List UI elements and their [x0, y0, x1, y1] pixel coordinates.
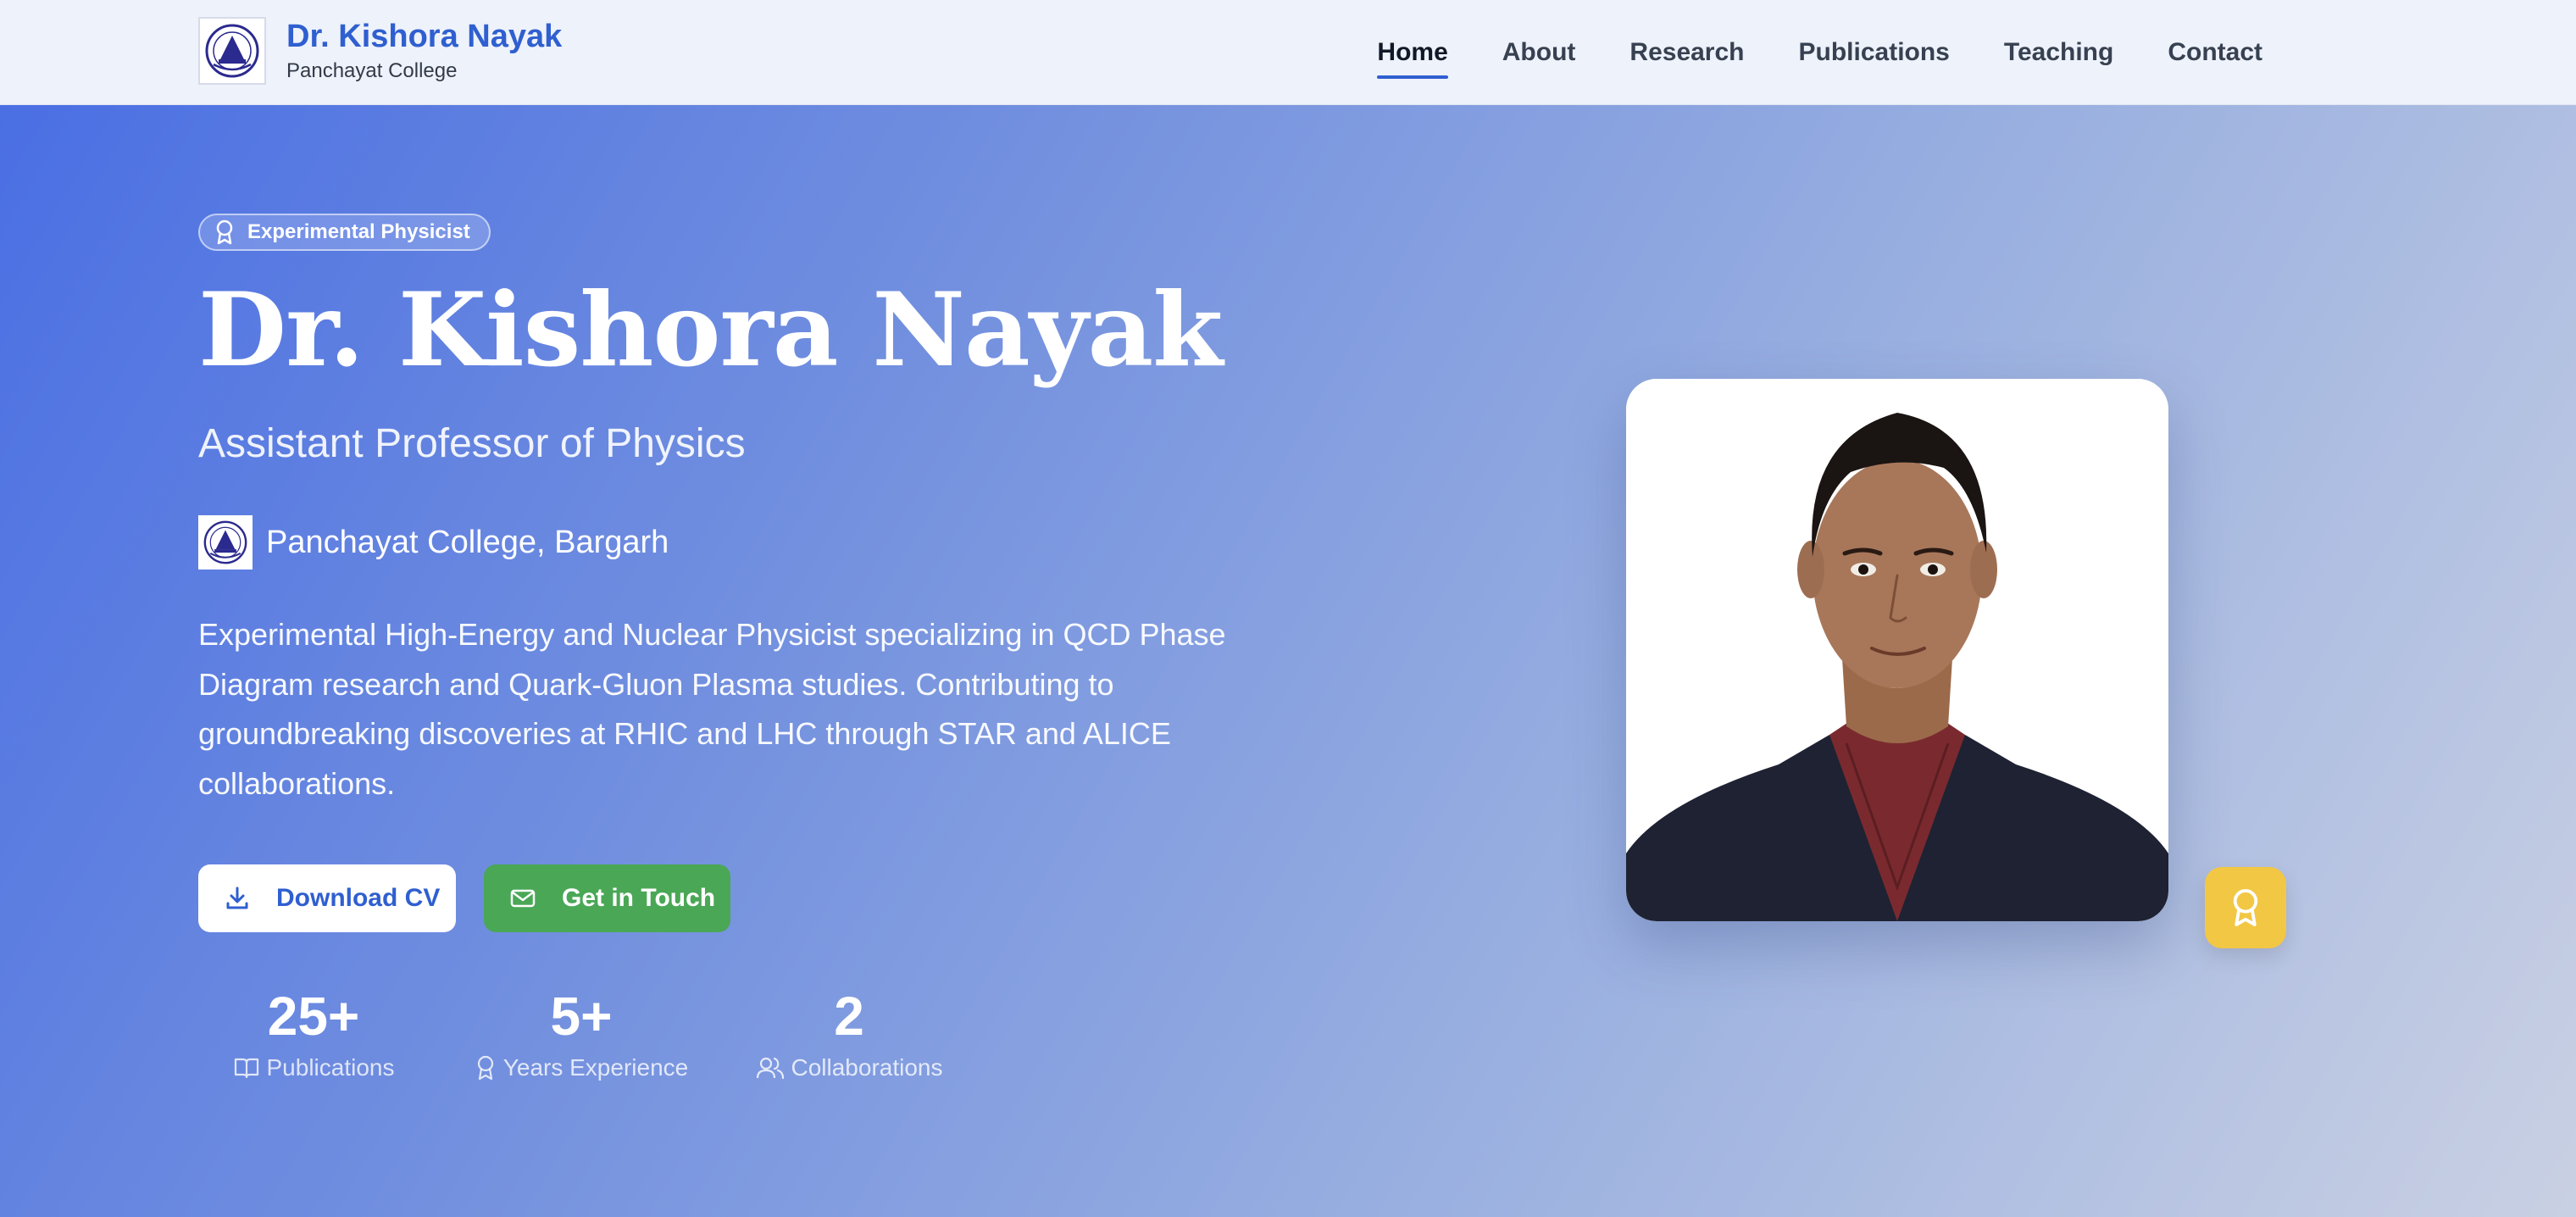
stat-collaborations: 2 Collaborations — [747, 985, 951, 1081]
nav-about[interactable]: About — [1502, 38, 1576, 67]
nav-teaching[interactable]: Teaching — [2004, 38, 2113, 67]
stat-publications: 25+ Publications — [229, 985, 398, 1081]
stat-value: 2 — [834, 986, 864, 1047]
institution-name: Panchayat College, Bargarh — [266, 524, 669, 560]
award-icon — [2233, 889, 2258, 926]
role-badge: Experimental Physicist — [198, 214, 491, 251]
users-icon — [756, 1057, 784, 1080]
profile-photo — [1626, 379, 2168, 921]
stat-value: 5+ — [550, 986, 613, 1047]
stat-value: 25+ — [267, 986, 360, 1047]
stat-label: Collaborations — [791, 1054, 943, 1081]
award-badge — [2205, 867, 2286, 948]
download-cv-button[interactable]: Download CV — [198, 864, 456, 932]
hero-section: Experimental Physicist Dr. Kishora Nayak… — [0, 105, 2576, 1217]
site-header: Dr. Kishora Nayak Panchayat College Home… — [0, 0, 2576, 105]
college-logo — [198, 17, 266, 85]
nav-home[interactable]: Home — [1377, 38, 1449, 79]
award-icon — [216, 220, 233, 245]
stat-experience: 5+ Years Experience — [463, 985, 700, 1081]
hero-description: Experimental High-Energy and Nuclear Phy… — [198, 617, 1226, 801]
get-in-touch-label: Get in Touch — [562, 884, 716, 912]
brand-name: Dr. Kishora Nayak — [286, 19, 563, 54]
brand-subtitle: Panchayat College — [286, 59, 458, 82]
stat-label: Years Experience — [502, 1054, 689, 1081]
get-in-touch-button[interactable]: Get in Touch — [484, 864, 730, 932]
download-cv-label: Download CV — [276, 884, 441, 912]
main-nav: Home About Research Publications Teachin… — [1323, 0, 2262, 105]
brand[interactable]: Dr. Kishora Nayak Panchayat College — [198, 17, 562, 85]
award-icon — [477, 1055, 493, 1081]
nav-research[interactable]: Research — [1629, 38, 1744, 67]
download-icon — [226, 886, 248, 909]
mail-icon — [510, 889, 536, 908]
hero-title: Dr. Kishora Nayak — [198, 270, 1223, 390]
hero-role: Assistant Professor of Physics — [198, 421, 746, 466]
institution: Panchayat College, Bargarh — [198, 515, 669, 570]
stat-label: Publications — [266, 1054, 395, 1081]
nav-contact[interactable]: Contact — [2168, 38, 2262, 67]
badge-label: Experimental Physicist — [247, 220, 470, 243]
institution-logo — [198, 515, 253, 570]
nav-publications[interactable]: Publications — [1799, 38, 1950, 67]
book-icon — [234, 1058, 258, 1079]
